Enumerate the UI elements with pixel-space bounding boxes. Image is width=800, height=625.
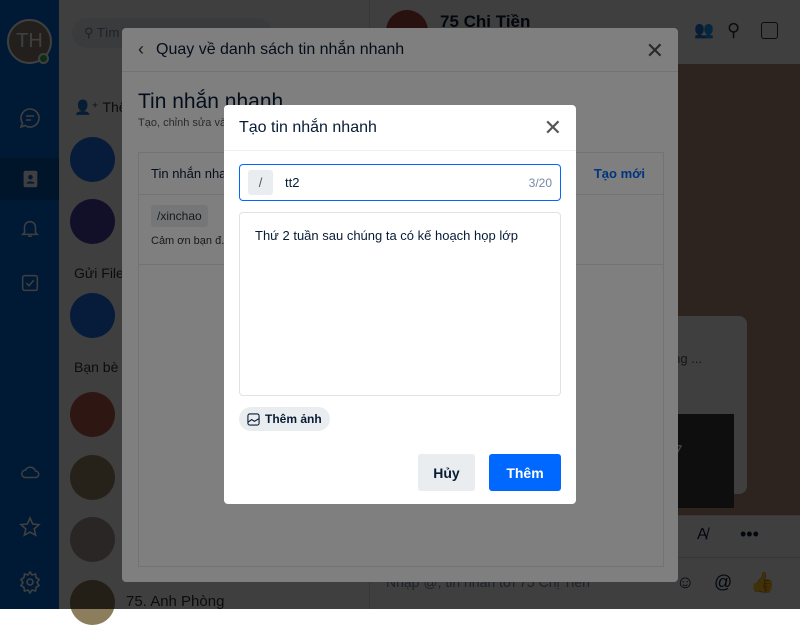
char-counter: 3/20 — [528, 175, 552, 190]
shortcut-value: tt2 — [285, 175, 300, 190]
shortcut-prefix: / — [248, 170, 273, 195]
shortcut-input[interactable]: / tt2 3/20 — [239, 164, 561, 201]
create-quick-message-dialog: Tạo tin nhắn nhanh ✕ / tt2 3/20 Thứ 2 tu… — [224, 105, 576, 504]
cancel-button[interactable]: Hủy — [418, 454, 475, 491]
add-image-button[interactable]: Thêm ảnh — [239, 407, 330, 431]
close-icon[interactable]: ✕ — [544, 115, 562, 141]
submit-button[interactable]: Thêm — [489, 454, 561, 491]
image-icon — [247, 412, 260, 426]
message-content-textarea[interactable]: Thứ 2 tuần sau chúng ta có kế hoạch họp … — [239, 212, 561, 396]
dialog-header: Tạo tin nhắn nhanh ✕ — [224, 105, 576, 151]
dialog-title: Tạo tin nhắn nhanh — [239, 118, 377, 136]
